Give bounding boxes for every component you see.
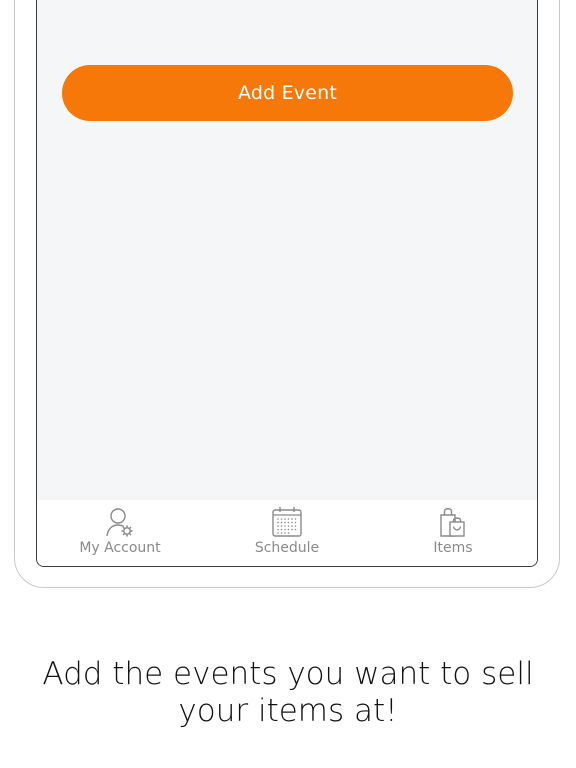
app-screen: Add Event My Account Schedule Items (36, 0, 538, 567)
tab-my-account[interactable]: My Account (37, 500, 203, 566)
promo-caption: Add the events you want to sell your ite… (0, 656, 576, 730)
add-event-button[interactable]: Add Event (62, 65, 513, 121)
account-settings-icon (106, 508, 133, 537)
tab-label: My Account (79, 540, 161, 556)
tab-label: Items (433, 540, 473, 556)
caption-line-1: Add the events you want to sell (42, 656, 534, 692)
calendar-icon (272, 507, 302, 537)
tab-label: Schedule (254, 540, 320, 556)
tab-bar: My Account Schedule Items (37, 500, 537, 566)
caption-line-2: your items at! (178, 693, 398, 729)
tab-items[interactable]: Items (370, 500, 536, 566)
shopping-bag-icon (440, 508, 465, 537)
tab-schedule[interactable]: Schedule (204, 500, 370, 566)
